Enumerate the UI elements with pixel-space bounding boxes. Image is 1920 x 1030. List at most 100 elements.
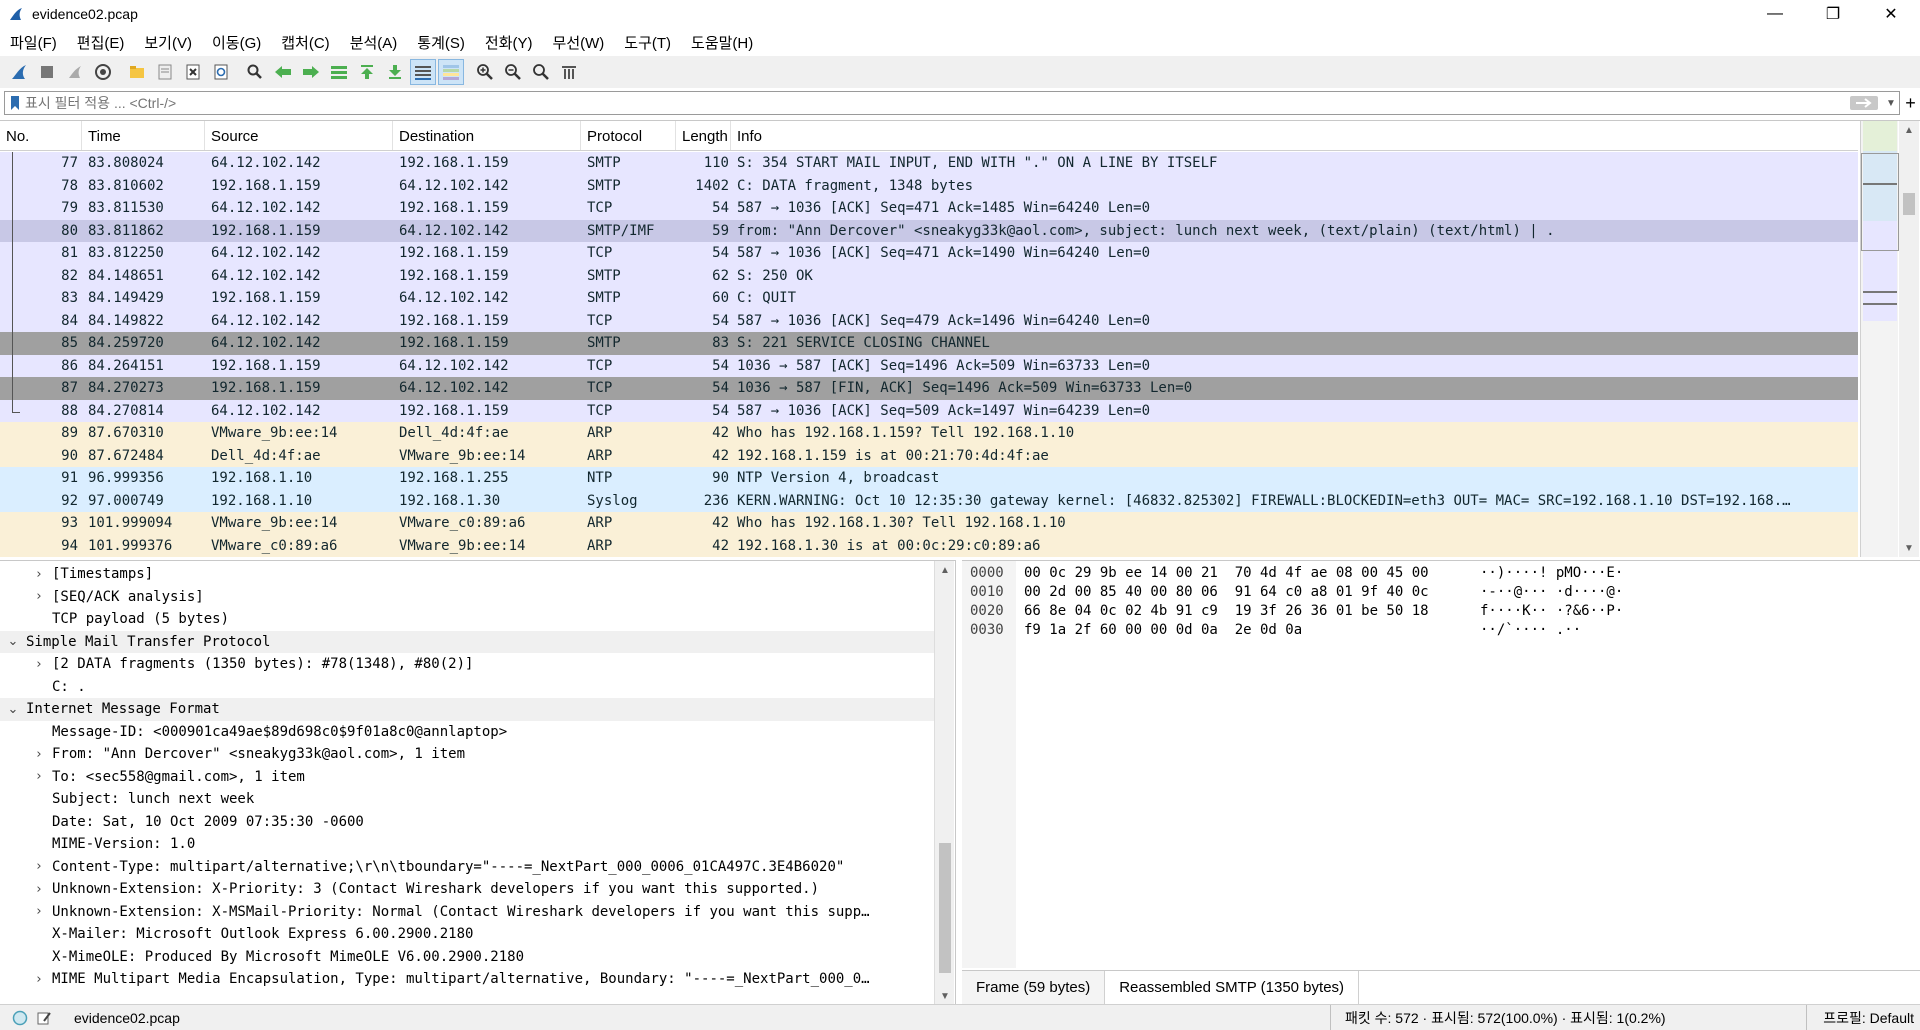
detail-tree-item[interactable]: › [SEQ/ACK analysis] bbox=[0, 586, 934, 609]
packet-row[interactable]: 77 83.808024 64.12.102.142 192.168.1.159 SMT… bbox=[0, 152, 1858, 175]
zoom-out-icon[interactable] bbox=[500, 59, 526, 85]
close-button[interactable]: ✕ bbox=[1862, 0, 1920, 28]
detail-tree-item[interactable]: Subject: lunch next week bbox=[0, 788, 934, 811]
menu-telephony[interactable]: 전화(Y) bbox=[475, 28, 543, 56]
tab-frame-bytes[interactable]: Frame (59 bytes) bbox=[962, 970, 1106, 1005]
packet-row[interactable]: 87 84.270273 192.168.1.159 64.12.102.142 TCP… bbox=[0, 377, 1858, 400]
maximize-button[interactable]: ❐ bbox=[1804, 0, 1862, 28]
go-first-packet-icon[interactable] bbox=[354, 59, 380, 85]
detail-tree-item[interactable]: MIME-Version: 1.0 bbox=[0, 833, 934, 856]
find-packet-icon[interactable] bbox=[242, 59, 268, 85]
column-header-time[interactable]: Time bbox=[82, 121, 205, 150]
go-to-packet-icon[interactable] bbox=[326, 59, 352, 85]
detail-tree-item[interactable]: › Unknown-Extension: X-MSMail-Priority: N… bbox=[0, 901, 934, 924]
menu-help[interactable]: 도움말(H) bbox=[681, 28, 763, 56]
packet-list-scroll-thumb[interactable] bbox=[1903, 193, 1915, 215]
menu-edit[interactable]: 편집(E) bbox=[67, 28, 135, 56]
detail-tree-item[interactable]: › To: <sec558@gmail.com>, 1 item bbox=[0, 766, 934, 789]
capture-options-icon[interactable] bbox=[90, 59, 116, 85]
hex-ascii-line[interactable]: ·-··@··· ·d····@· bbox=[1480, 584, 1623, 603]
column-header-info[interactable]: Info bbox=[731, 121, 1858, 150]
packet-row[interactable]: 86 84.264151 192.168.1.159 64.12.102.142 TCP… bbox=[0, 354, 1858, 377]
collapsed-chevron-icon[interactable]: › bbox=[32, 972, 46, 987]
packet-row[interactable]: 83 84.149429 192.168.1.159 64.12.102.142 SMT… bbox=[0, 287, 1858, 310]
details-scrollbar[interactable]: ▲ ▼ bbox=[934, 561, 954, 1004]
column-header-protocol[interactable]: Protocol bbox=[581, 121, 676, 150]
packet-row[interactable]: 78 83.810602 192.168.1.159 64.12.102.142 SMT… bbox=[0, 174, 1858, 197]
detail-tree-item[interactable]: › [2 DATA fragments (1350 bytes): #78(134… bbox=[0, 653, 934, 676]
menu-view[interactable]: 보기(V) bbox=[134, 28, 202, 56]
hex-ascii-line[interactable]: ··)····! pMO···E· bbox=[1480, 565, 1623, 584]
status-profile[interactable]: 프로필: Default bbox=[1806, 1005, 1914, 1030]
go-forward-icon[interactable] bbox=[298, 59, 324, 85]
column-header-source[interactable]: Source bbox=[205, 121, 393, 150]
column-header-destination[interactable]: Destination bbox=[393, 121, 581, 150]
detail-tree-item[interactable]: C: . bbox=[0, 676, 934, 699]
tab-reassembled-smtp[interactable]: Reassembled SMTP (1350 bytes) bbox=[1105, 970, 1360, 1005]
packet-row[interactable]: 91 96.999356 192.168.1.10 192.168.1.255 NTP 9… bbox=[0, 467, 1858, 490]
auto-scroll-icon[interactable] bbox=[410, 59, 436, 85]
collapsed-chevron-icon[interactable]: › bbox=[32, 567, 46, 582]
packet-row[interactable]: 82 84.148651 64.12.102.142 192.168.1.159 SMT… bbox=[0, 264, 1858, 287]
stop-capture-icon[interactable] bbox=[34, 59, 60, 85]
hex-ascii-line[interactable]: ··/`···· .·· bbox=[1480, 622, 1623, 641]
packet-row[interactable]: 79 83.811530 64.12.102.142 192.168.1.159 TCP… bbox=[0, 197, 1858, 220]
close-file-icon[interactable] bbox=[180, 59, 206, 85]
detail-tree-item[interactable]: ⌄ Simple Mail Transfer Protocol bbox=[0, 630, 934, 653]
hex-bytes-line[interactable]: 00 0c 29 9b ee 14 00 21 70 4d 4f ae 08 0… bbox=[1024, 565, 1429, 584]
packet-row[interactable]: 88 84.270814 64.12.102.142 192.168.1.159 TCP… bbox=[0, 399, 1858, 422]
detail-tree-item[interactable]: › From: "Ann Dercover" <sneakyg33k@aol.co… bbox=[0, 743, 934, 766]
collapsed-chevron-icon[interactable]: › bbox=[32, 882, 46, 897]
detail-tree-item[interactable]: › [Timestamps] bbox=[0, 563, 934, 586]
hex-ascii-line[interactable]: f····K·· ·?&6··P· bbox=[1480, 603, 1623, 622]
detail-tree-item[interactable]: ⌄ Internet Message Format bbox=[0, 698, 934, 721]
detail-tree-item[interactable]: X-Mailer: Microsoft Outlook Express 6.00… bbox=[0, 923, 934, 946]
restart-capture-icon[interactable] bbox=[62, 59, 88, 85]
detail-tree-item[interactable]: › Unknown-Extension: X-Priority: 3 (Conta… bbox=[0, 878, 934, 901]
normal-size-icon[interactable] bbox=[528, 59, 554, 85]
menu-tools[interactable]: 도구(T) bbox=[614, 28, 681, 56]
reload-file-icon[interactable] bbox=[208, 59, 234, 85]
collapsed-chevron-icon[interactable]: › bbox=[32, 769, 46, 784]
collapsed-chevron-icon[interactable]: › bbox=[32, 589, 46, 604]
apply-filter-arrow-icon[interactable] bbox=[1849, 94, 1879, 112]
packet-row[interactable]: 81 83.812250 64.12.102.142 192.168.1.159 TCP… bbox=[0, 242, 1858, 265]
colorize-icon[interactable] bbox=[438, 59, 464, 85]
packet-minimap[interactable] bbox=[1860, 121, 1899, 557]
detail-tree-item[interactable]: Date: Sat, 10 Oct 2009 07:35:30 -0600 bbox=[0, 811, 934, 834]
packet-row[interactable]: 84 84.149822 64.12.102.142 192.168.1.159 TCP… bbox=[0, 309, 1858, 332]
hex-bytes-line[interactable]: 66 8e 04 0c 02 4b 91 c9 19 3f 26 36 01 b… bbox=[1024, 603, 1429, 622]
open-file-icon[interactable] bbox=[124, 59, 150, 85]
packet-row[interactable]: 89 87.670310 VMware_9b:ee:14 Dell_4d:4f:ae A… bbox=[0, 422, 1858, 445]
add-filter-button[interactable]: + bbox=[1901, 91, 1920, 115]
scroll-up-chevron-icon[interactable]: ▲ bbox=[1899, 121, 1919, 139]
minimize-button[interactable]: — bbox=[1746, 0, 1804, 28]
go-last-packet-icon[interactable] bbox=[382, 59, 408, 85]
scroll-down-chevron-icon[interactable]: ▼ bbox=[1899, 539, 1919, 557]
packet-list-scrollbar[interactable]: ▲ ▼ bbox=[1899, 121, 1919, 557]
collapsed-chevron-icon[interactable]: › bbox=[32, 904, 46, 919]
go-back-icon[interactable] bbox=[270, 59, 296, 85]
zoom-in-icon[interactable] bbox=[472, 59, 498, 85]
menu-wireless[interactable]: 무선(W) bbox=[543, 28, 615, 56]
packet-row[interactable]: 94 101.999376 VMware_c0:89:a6 VMware_9b:ee:… bbox=[0, 534, 1858, 557]
hex-bytes-line[interactable]: f9 1a 2f 60 00 00 0d 0a 2e 0d 0a bbox=[1024, 622, 1429, 641]
menu-analyze[interactable]: 분석(A) bbox=[340, 28, 408, 56]
resize-columns-icon[interactable] bbox=[556, 59, 582, 85]
hex-bytes[interactable]: 00 0c 29 9b ee 14 00 21 70 4d 4f ae 08 0… bbox=[1024, 565, 1429, 641]
menu-capture[interactable]: 캡처(C) bbox=[271, 28, 339, 56]
packet-row[interactable]: 85 84.259720 64.12.102.142 192.168.1.159 SMT… bbox=[0, 332, 1858, 355]
details-scroll-up-chevron-icon[interactable]: ▲ bbox=[935, 561, 955, 579]
bookmark-icon[interactable] bbox=[5, 92, 25, 114]
column-header-no[interactable]: No. bbox=[0, 121, 82, 150]
detail-tree-item[interactable]: › Content-Type: multipart/alternative;\r\… bbox=[0, 856, 934, 879]
column-header-length[interactable]: Length bbox=[676, 121, 731, 150]
collapsed-chevron-icon[interactable]: › bbox=[32, 859, 46, 874]
save-file-icon[interactable] bbox=[152, 59, 178, 85]
expanded-chevron-icon[interactable]: ⌄ bbox=[6, 702, 20, 717]
detail-tree-item[interactable]: X-MimeOLE: Produced By Microsoft MimeOLE… bbox=[0, 946, 934, 969]
packet-row[interactable]: 92 97.000749 192.168.1.10 192.168.1.30 Syslo… bbox=[0, 489, 1858, 512]
start-capture-icon[interactable] bbox=[6, 59, 32, 85]
menu-go[interactable]: 이동(G) bbox=[202, 28, 271, 56]
packet-row[interactable]: 90 87.672484 Dell_4d:4f:ae VMware_9b:ee:14 A… bbox=[0, 444, 1858, 467]
